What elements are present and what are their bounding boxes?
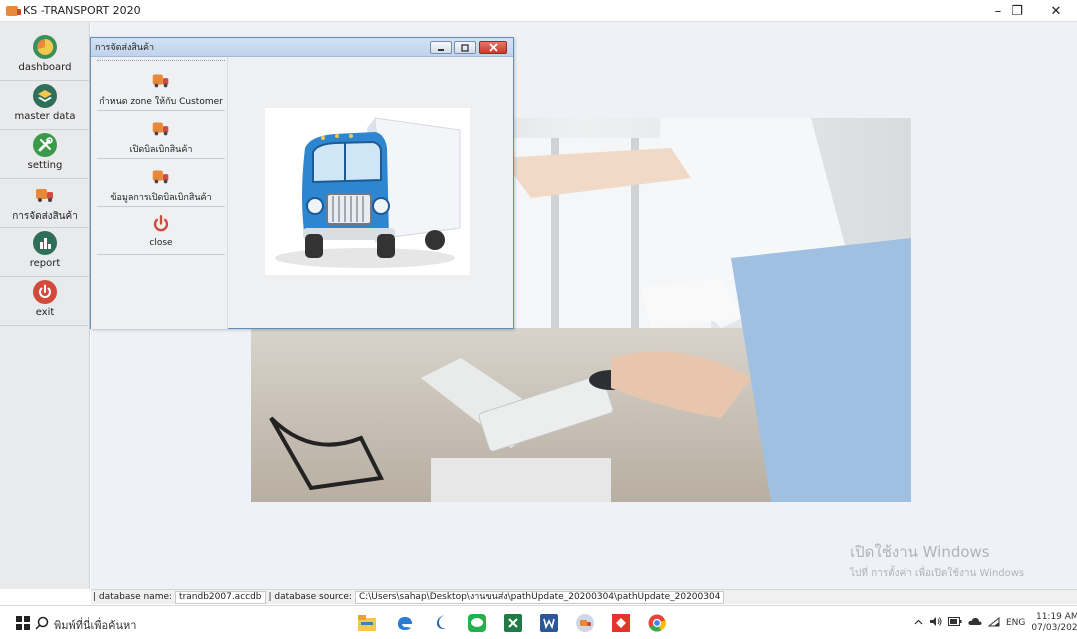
sidebar-item-label: setting — [27, 160, 63, 171]
excel-icon[interactable] — [498, 606, 528, 639]
menu-item-close[interactable]: close — [97, 207, 225, 255]
db-name-label: | database name: — [93, 592, 173, 602]
close-window-button[interactable]: ✕ — [1033, 0, 1077, 22]
file-explorer-icon[interactable] — [352, 606, 382, 639]
truck-icon — [150, 165, 172, 187]
clock-date: 07/03/2020 — [1031, 623, 1077, 633]
main-sidebar: dashboard master data setting การจัดส่งส… — [0, 22, 90, 589]
sidebar-item-label: dashboard — [18, 62, 72, 73]
onedrive-cloud-icon[interactable] — [968, 617, 982, 629]
menu-item-label: ข้อมูลการเปิดบิลเบิกสินค้า — [110, 193, 212, 203]
child-maximize-button[interactable] — [454, 41, 476, 54]
volume-icon[interactable] — [929, 616, 942, 630]
menu-item-bill-info[interactable]: ข้อมูลการเปิดบิลเบิกสินค้า — [97, 159, 225, 207]
child-window-title: การจัดส่งสินค้า — [95, 43, 155, 53]
status-bar: | database name: trandb2007.accdb | data… — [91, 589, 1077, 604]
menu-item-label: กำหนด zone ให้กับ Customer — [99, 97, 223, 107]
sidebar-item-report[interactable]: report — [0, 228, 90, 277]
menu-item-open-bill[interactable]: เปิดบิลเบิกสินค้า — [97, 111, 225, 159]
sidebar-item-delivery[interactable]: การจัดส่งสินค้า — [0, 179, 90, 228]
menu-item-zone-customer[interactable]: กำหนด zone ให้กับ Customer — [97, 63, 225, 111]
truck-illustration — [265, 108, 470, 275]
input-language-indicator[interactable]: ENG — [1006, 618, 1025, 628]
power-icon — [33, 280, 57, 304]
watermark-title: เปิดใช้งาน Windows — [850, 543, 990, 561]
ks-transport-taskbar-icon[interactable] — [570, 606, 600, 639]
sidebar-item-exit[interactable]: exit — [0, 277, 90, 326]
clock-time: 11:19 AM — [1035, 612, 1077, 622]
truck-icon — [150, 69, 172, 91]
sidebar-item-setting[interactable]: setting — [0, 130, 90, 179]
child-window-title-bar: การจัดส่งสินค้า — [91, 38, 513, 57]
line-app-icon[interactable] — [462, 606, 492, 639]
windows-activation-watermark: เปิดใช้งาน Windows ไปที่ การตั้งค่า เพื่… — [850, 540, 1024, 581]
battery-icon[interactable] — [948, 617, 962, 629]
db-source-value: C:\Users\sahap\Desktop\งานขนส่ง\pathUpda… — [354, 590, 725, 604]
sidebar-item-label: master data — [14, 111, 76, 122]
watermark-subtitle: ไปที่ การตั้งค่า เพื่อเปิดใช้งาน Windows — [850, 568, 1025, 579]
word-icon[interactable] — [534, 606, 564, 639]
app-title-bar: KS -TRANSPORT 2020 – ❐ ✕ — [0, 0, 1077, 22]
sidebar-item-dashboard[interactable]: dashboard — [0, 32, 90, 81]
wrench-screwdriver-icon — [33, 133, 57, 157]
bar-chart-icon — [33, 231, 57, 255]
menu-item-label: close — [149, 238, 173, 248]
pie-chart-icon — [33, 35, 57, 59]
sidebar-item-label: การจัดส่งสินค้า — [12, 211, 78, 222]
chevron-up-icon[interactable] — [914, 618, 923, 628]
truck-icon — [33, 182, 57, 206]
child-close-button[interactable] — [479, 41, 507, 54]
app-truck-icon — [6, 5, 21, 16]
child-menu-panel: กำหนด zone ให้กับ Customer เปิดบิลเบิกสิ… — [91, 57, 228, 329]
wifi-icon[interactable] — [987, 616, 1000, 630]
child-window-body: กำหนด zone ให้กับ Customer เปิดบิลเบิกสิ… — [91, 57, 513, 329]
menu-item-label: เปิดบิลเบิกสินค้า — [129, 145, 193, 155]
db-source-label: | database source: — [268, 592, 352, 602]
search-icon[interactable] — [32, 606, 52, 639]
taskbar-search-input[interactable]: พิมพ์ที่นี่เพื่อค้นหา — [54, 616, 136, 634]
anydesk-icon[interactable] — [606, 606, 636, 639]
truck-icon — [150, 117, 172, 139]
edge-browser-icon[interactable] — [390, 606, 420, 639]
chrome-icon[interactable] — [642, 606, 672, 639]
layers-icon — [33, 84, 57, 108]
delivery-child-window[interactable]: การจัดส่งสินค้า กำหนด zone ให้กับ Custom… — [90, 37, 514, 329]
sidebar-item-master-data[interactable]: master data — [0, 81, 90, 130]
app-title: KS -TRANSPORT 2020 — [23, 4, 141, 17]
sidebar-item-label: report — [29, 258, 61, 269]
windows-taskbar: พิมพ์ที่นี่เพื่อค้นหา ENG 11:19 AM 07/03… — [0, 605, 1077, 639]
night-mode-app-icon[interactable] — [426, 606, 456, 639]
child-minimize-button[interactable] — [430, 41, 452, 54]
power-icon — [150, 213, 172, 235]
clock[interactable]: 11:19 AM 07/03/2020 — [1031, 612, 1077, 634]
sidebar-item-label: exit — [35, 307, 55, 318]
db-name-value: trandb2007.accdb — [175, 590, 266, 604]
system-tray: ENG 11:19 AM 07/03/2020 21 — [914, 606, 1077, 639]
